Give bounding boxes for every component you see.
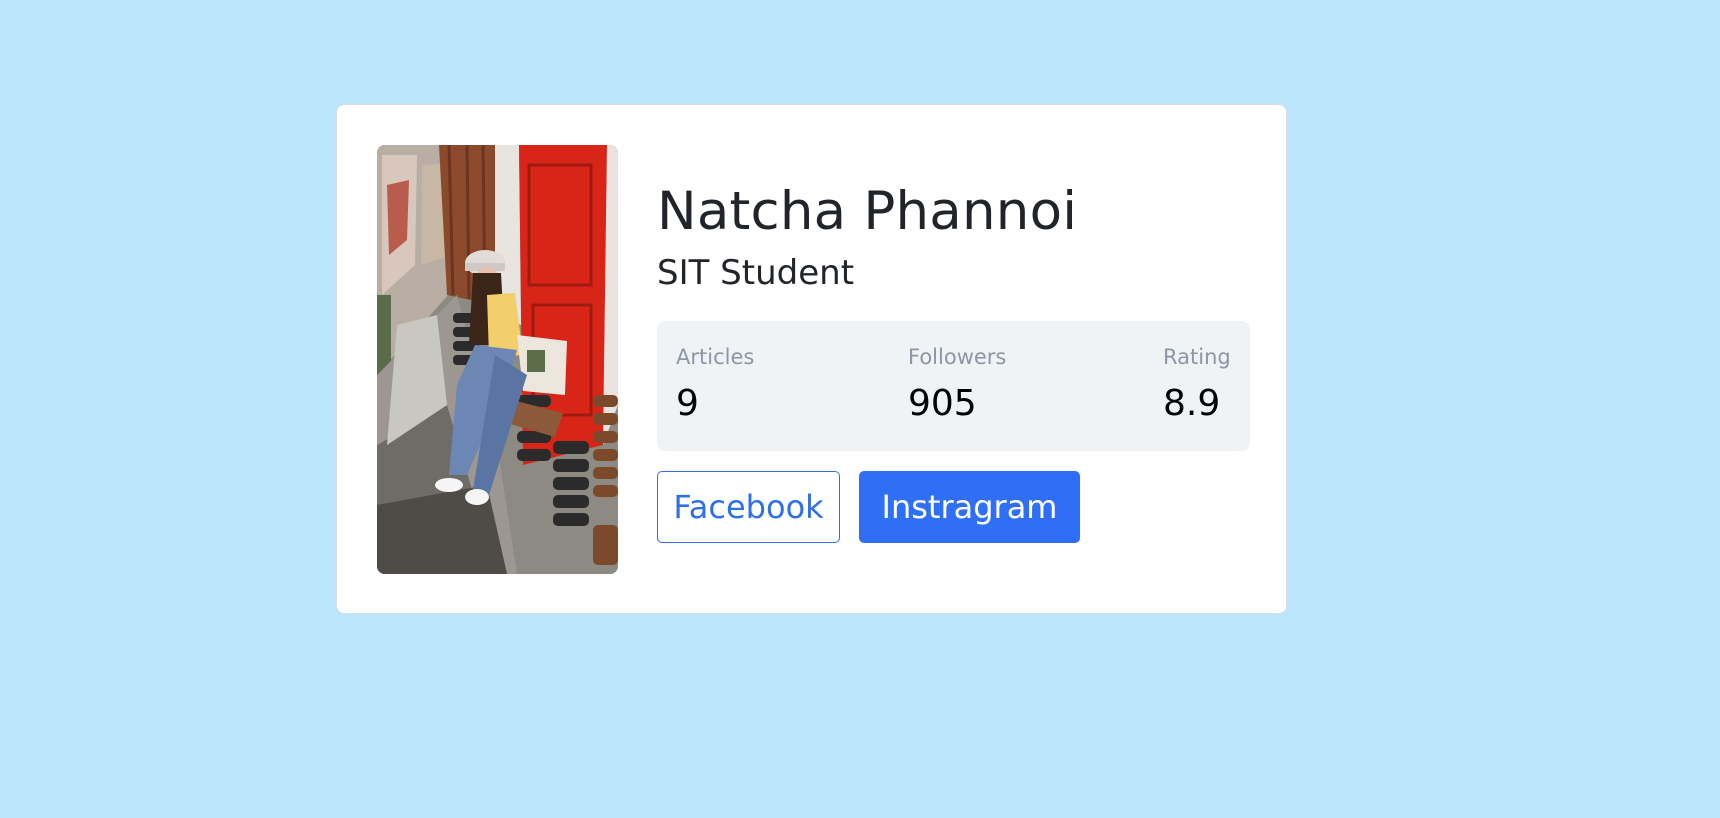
facebook-button[interactable]: Facebook bbox=[657, 471, 840, 543]
profile-card: Natcha Phannoi SIT Student Articles 9 Fo… bbox=[336, 104, 1287, 614]
profile-name: Natcha Phannoi bbox=[657, 181, 1078, 242]
stat-articles-label: Articles bbox=[676, 345, 755, 369]
stat-articles-value: 9 bbox=[676, 383, 699, 424]
stat-rating-value: 8.9 bbox=[1163, 383, 1221, 424]
instagram-button[interactable]: Instragram bbox=[859, 471, 1080, 543]
profile-title: SIT Student bbox=[657, 253, 855, 293]
stat-articles: Articles 9 bbox=[676, 345, 754, 424]
stat-followers-value: 905 bbox=[908, 383, 977, 424]
stat-followers: Followers 905 bbox=[908, 345, 1006, 424]
stat-followers-label: Followers bbox=[908, 345, 1007, 369]
stats-panel: Articles 9 Followers 905 Rating 8.9 bbox=[657, 321, 1250, 451]
stat-rating: Rating 8.9 bbox=[1163, 345, 1231, 424]
stat-rating-label: Rating bbox=[1163, 345, 1231, 369]
profile-photo bbox=[377, 145, 618, 574]
